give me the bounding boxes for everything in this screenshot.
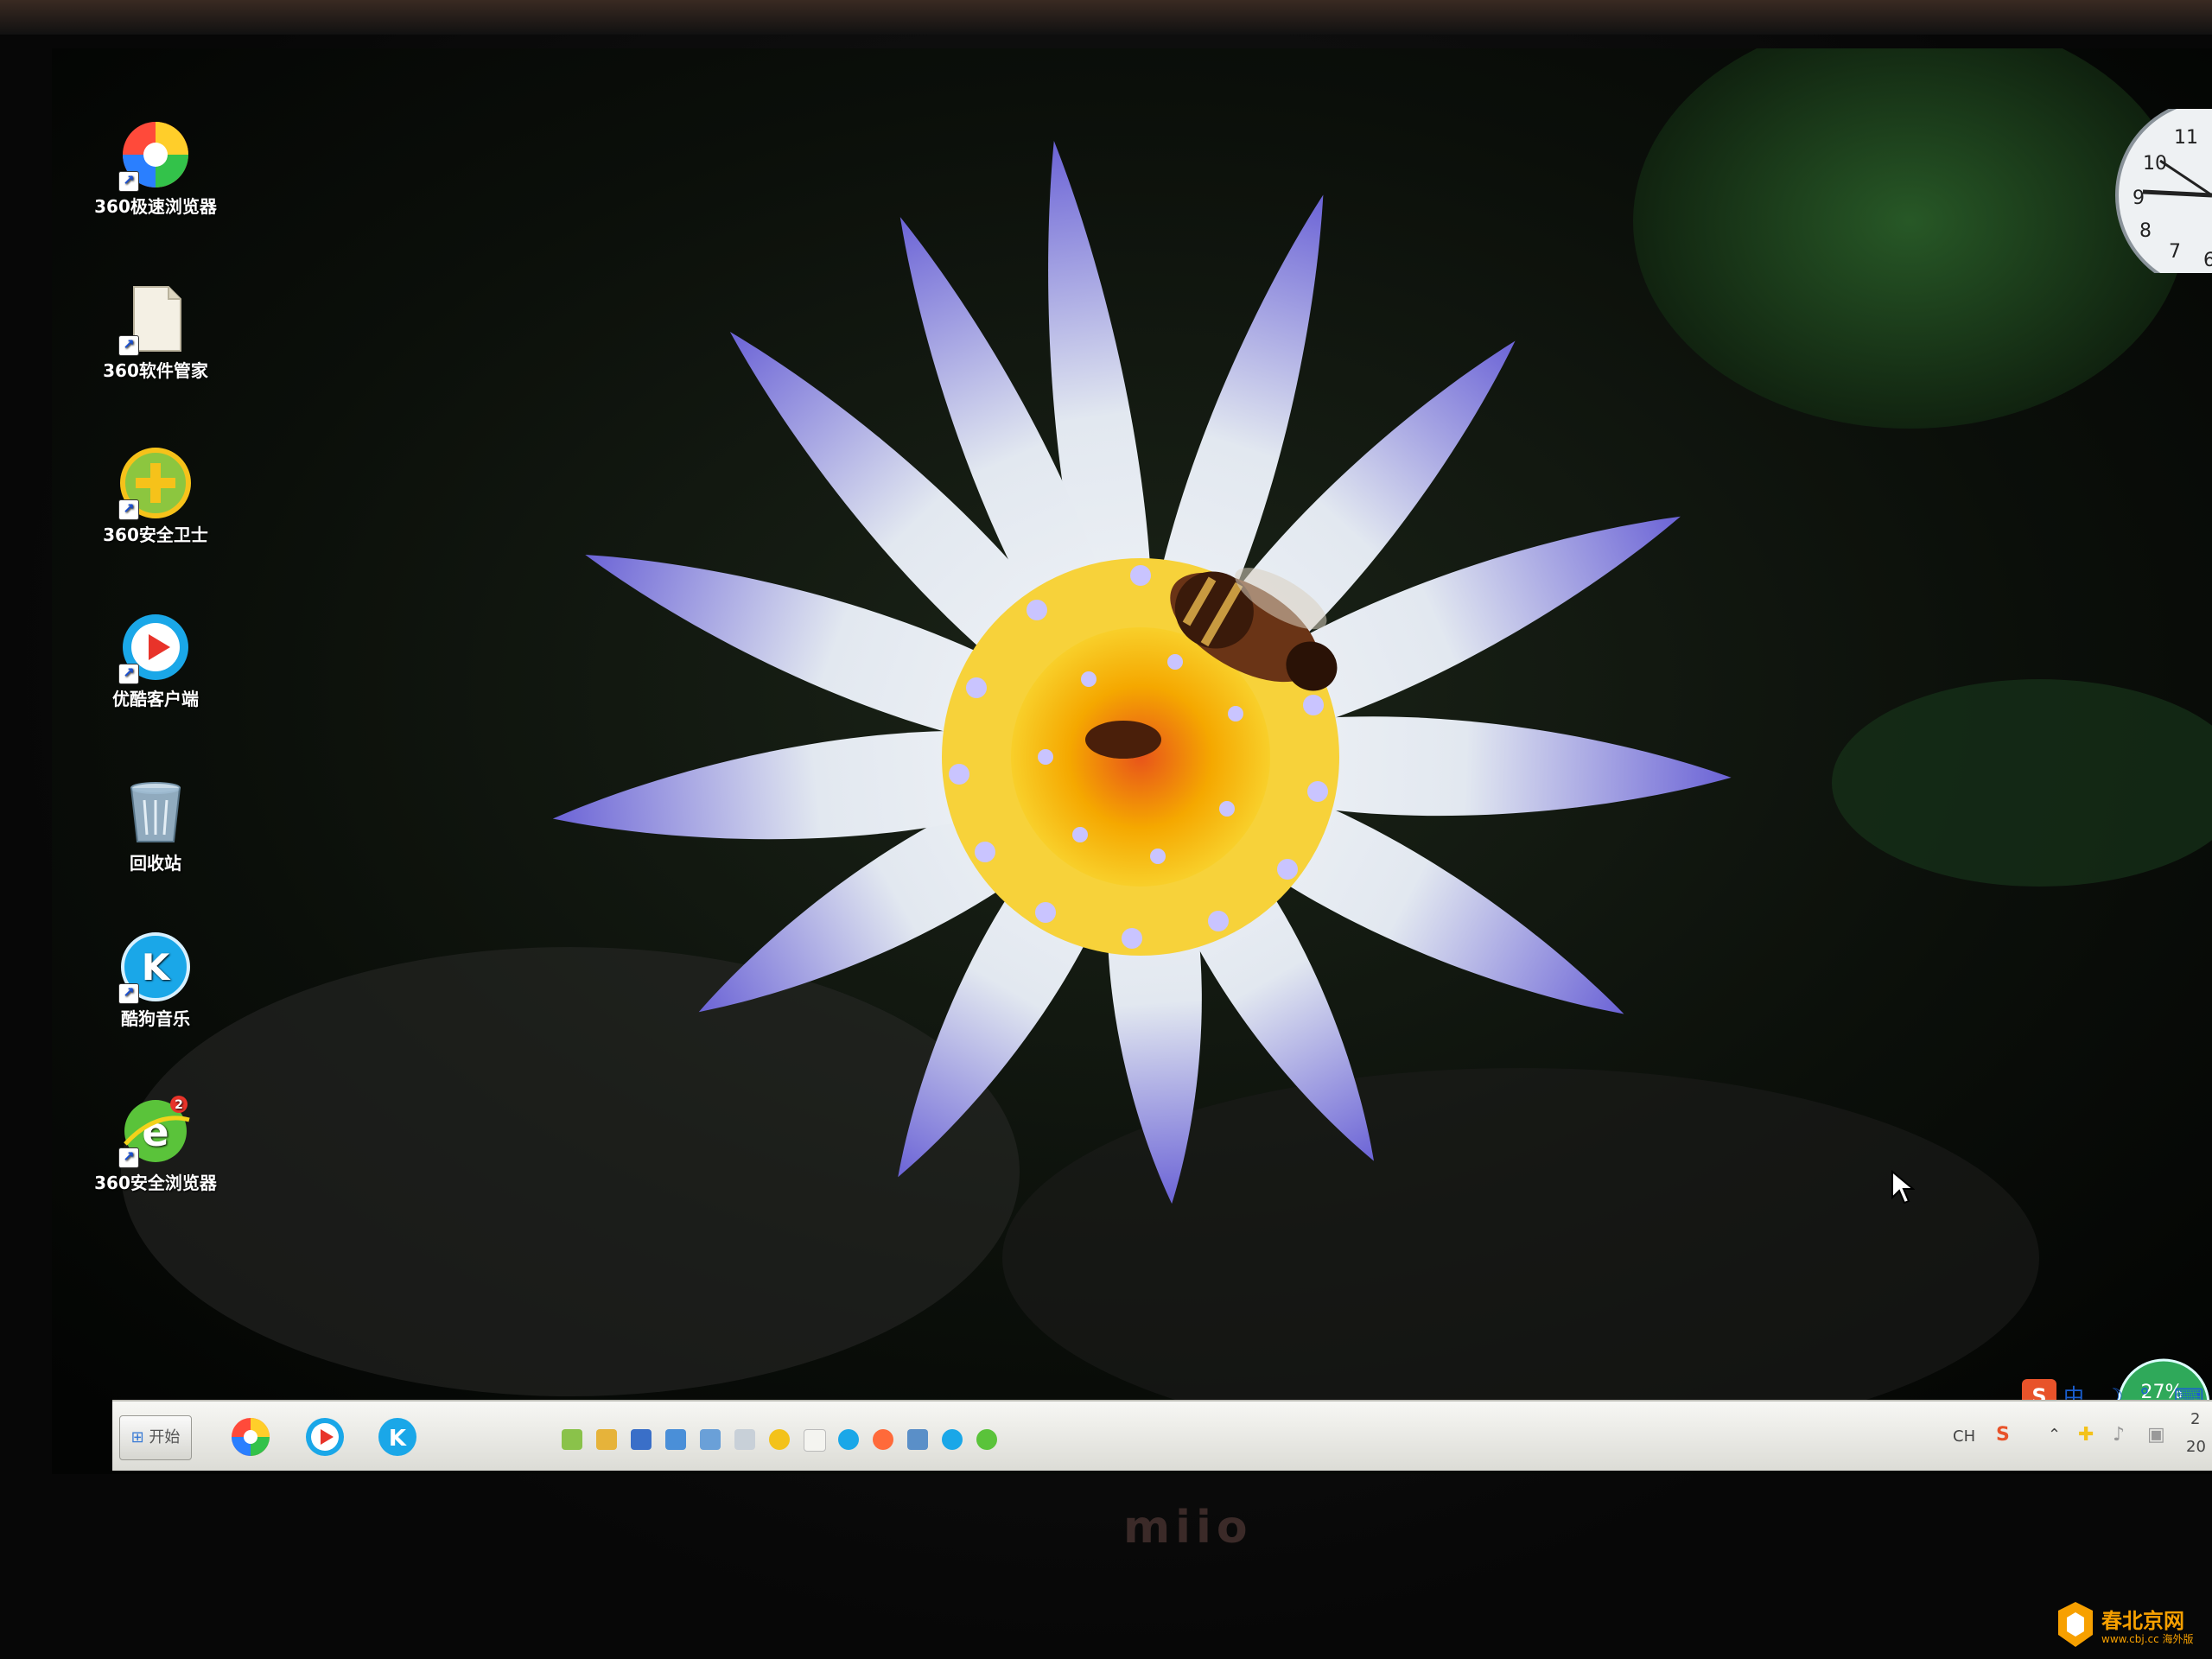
network-icon[interactable]: ▣ xyxy=(2147,1424,2165,1446)
shortcut-arrow-icon: ↗ xyxy=(118,1147,139,1168)
clock-number: 7 xyxy=(2169,241,2181,263)
start-label: 开始 xyxy=(149,1428,181,1446)
360-speed-browser-icon[interactable] xyxy=(873,1429,893,1450)
start-button[interactable]: ⊞ 开始 xyxy=(119,1415,192,1460)
quick-launch-item-icon[interactable] xyxy=(665,1429,686,1450)
desktop-icon-360-speed-browser[interactable]: ↗ 360极速浏览器 xyxy=(86,118,225,216)
360-speed-browser-icon xyxy=(232,1418,270,1456)
clock-date[interactable]: 20 xyxy=(2186,1438,2206,1456)
kugou-music-icon: K xyxy=(378,1418,416,1456)
youku-client-icon: ↗ xyxy=(118,610,193,684)
system-tray: CH S ⌃ ✚ ♪ ▣ 2 20 xyxy=(1927,1402,2212,1471)
360-speed-browser-icon: ↗ xyxy=(118,118,193,192)
youku-client-icon xyxy=(306,1418,344,1456)
watermark-url: www.cbj.cc 海外版 xyxy=(2101,1633,2194,1645)
wallpaper-water-lily xyxy=(52,48,2212,1474)
desktop-icon-label: 酷狗音乐 xyxy=(121,1008,190,1029)
desktop-icon-recycle-bin[interactable]: 回收站 xyxy=(86,774,225,873)
monitor-top-edge xyxy=(0,0,2212,35)
taskbar: ⊞ 开始 K CH S ⌃ ✚ ♪ ▣ 2 20 xyxy=(112,1400,2212,1471)
mouse-cursor-icon xyxy=(1891,1170,1915,1205)
quick-launch-item-icon[interactable] xyxy=(700,1429,721,1450)
quick-launch-item-icon[interactable] xyxy=(631,1429,652,1450)
quick-launch-item-icon[interactable] xyxy=(804,1429,826,1452)
windows-logo-icon: ⊞ xyxy=(130,1428,144,1446)
clock-number: 6 xyxy=(2203,250,2212,271)
desktop-icon-label: 360安全浏览器 xyxy=(94,1173,217,1193)
shortcut-arrow-icon: ↗ xyxy=(118,664,139,684)
desktop-icon-360-safe-guard[interactable]: ↗ 360安全卫士 xyxy=(86,446,225,544)
volume-icon[interactable]: ♪ xyxy=(2113,1424,2125,1446)
360-safe-guard-icon[interactable] xyxy=(769,1429,790,1450)
taskbar-button-360-speed-browser[interactable] xyxy=(225,1414,276,1460)
desktop-icon-label: 优酷客户端 xyxy=(112,689,199,709)
sogou-tray-icon[interactable]: S xyxy=(1996,1424,2010,1446)
quick-launch-item-icon[interactable] xyxy=(596,1429,617,1450)
desktop-icon-label: 360极速浏览器 xyxy=(94,196,217,217)
shortcut-arrow-icon: ↗ xyxy=(118,171,139,192)
svg-text:e: e xyxy=(142,1109,168,1155)
clock-number: 11 xyxy=(2174,127,2198,149)
360-safe-browser-icon[interactable] xyxy=(976,1429,997,1450)
desktop-icon-360-safe-browser[interactable]: e 2 ↗ 360安全浏览器 xyxy=(86,1094,225,1192)
recycle-bin-icon xyxy=(118,774,193,849)
site-watermark: 春北京网 www.cbj.cc 海外版 xyxy=(2056,1600,2212,1652)
clock-gadget[interactable]: 12 11 10 9 8 7 6 xyxy=(2108,99,2212,292)
svg-text:K: K xyxy=(142,946,171,988)
desktop-icon-label: 回收站 xyxy=(130,853,181,874)
taskbar-button-kugou[interactable]: K xyxy=(372,1414,423,1460)
desktop-icon-label: 360安全卫士 xyxy=(103,524,208,545)
shortcut-arrow-icon: ↗ xyxy=(118,983,139,1004)
language-indicator[interactable]: CH xyxy=(1953,1427,1975,1446)
shortcut-arrow-icon: ↗ xyxy=(118,335,139,356)
quick-launch-item-icon[interactable] xyxy=(562,1429,582,1450)
quick-launch-item-icon[interactable] xyxy=(734,1429,755,1450)
clock-number: 8 xyxy=(2139,220,2152,242)
360-safe-browser-icon: e 2 ↗ xyxy=(118,1094,193,1168)
360-safe-guard-icon[interactable]: ✚ xyxy=(2078,1424,2094,1446)
monitor-brand-logo: miio xyxy=(1123,1502,1253,1554)
quick-launch-item-icon[interactable] xyxy=(907,1429,928,1450)
show-hidden-icons-icon[interactable]: ⌃ xyxy=(2048,1426,2061,1444)
desktop-icon-360-software-manager[interactable]: ↗ 360软件管家 xyxy=(86,282,225,380)
360-safe-guard-icon: ↗ xyxy=(118,446,193,520)
desktop-icon-kugou-music[interactable]: K ↗ 酷狗音乐 xyxy=(86,930,225,1028)
kugou-music-icon: K ↗ xyxy=(118,930,193,1004)
shortcut-arrow-icon: ↗ xyxy=(118,499,139,520)
svg-text:K: K xyxy=(389,1426,407,1452)
notification-badge: 2 xyxy=(175,1098,183,1112)
watermark-logo-icon xyxy=(2058,1602,2093,1647)
desktop-icon-youku-client[interactable]: ↗ 优酷客户端 xyxy=(86,610,225,709)
youku-client-icon[interactable] xyxy=(838,1429,859,1450)
clock-time[interactable]: 2 xyxy=(2190,1410,2200,1428)
watermark-title: 春北京网 xyxy=(2101,1608,2184,1633)
clock-number: 9 xyxy=(2133,188,2145,209)
taskbar-button-youku[interactable] xyxy=(299,1414,351,1460)
desktop-icon-label: 360软件管家 xyxy=(103,360,208,381)
screen: ↗ 360极速浏览器 ↗ 360软件管家 ↗ 360安全卫士 ↗ 优酷客户端 回… xyxy=(52,48,2212,1474)
kugou-music-icon[interactable] xyxy=(942,1429,963,1450)
360-software-manager-icon: ↗ xyxy=(118,282,193,356)
